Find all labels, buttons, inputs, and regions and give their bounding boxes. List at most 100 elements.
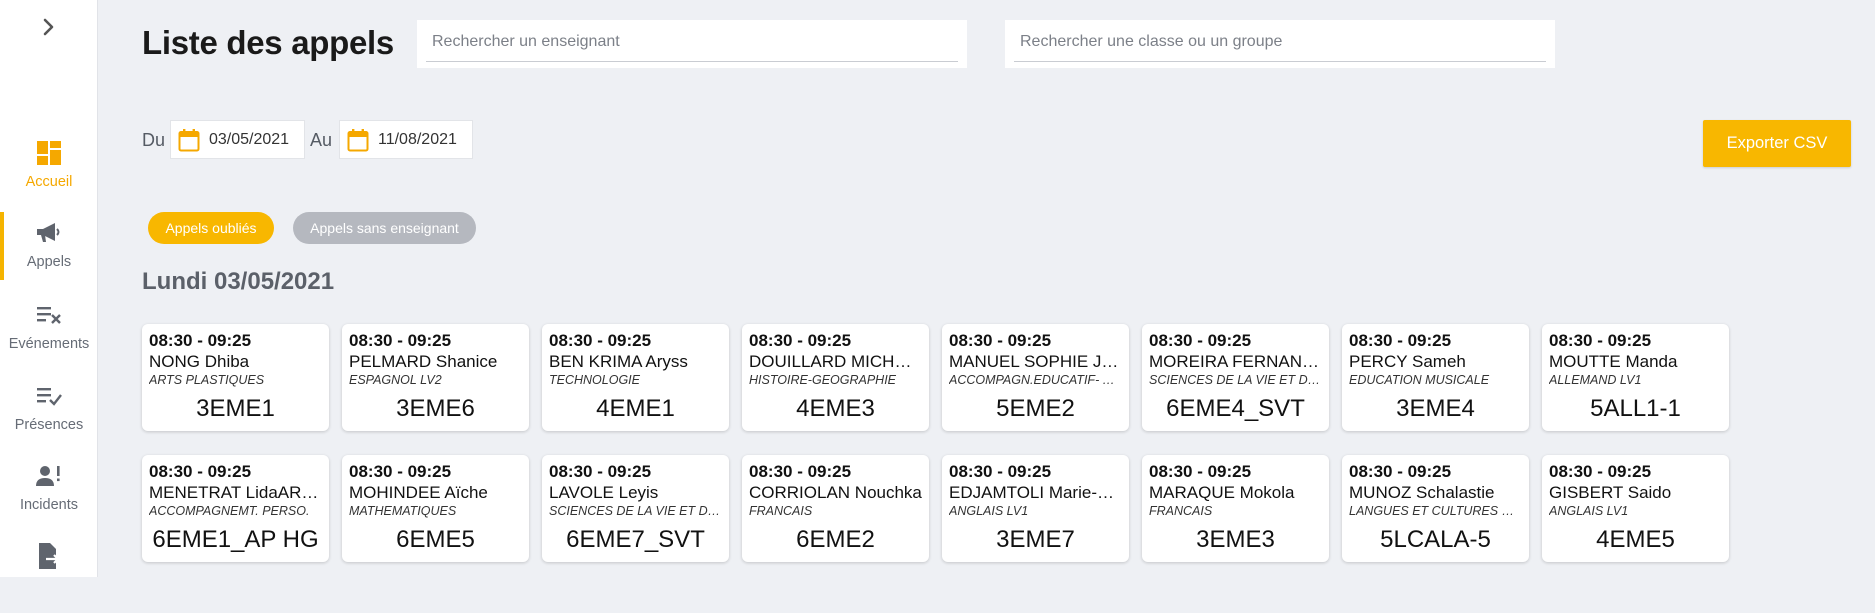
card-time: 08:30 - 09:25 [949, 462, 1122, 482]
search-teacher-input[interactable] [426, 22, 958, 62]
card-time: 08:30 - 09:25 [1349, 331, 1522, 351]
call-card[interactable]: 08:30 - 09:25 DOUILLARD MICHEL… HISTOIRE… [742, 324, 929, 431]
card-teacher: MANUEL SOPHIE JE… [949, 351, 1122, 372]
expand-sidebar-button[interactable] [38, 16, 60, 38]
card-time: 08:30 - 09:25 [149, 331, 322, 351]
from-date-field[interactable]: 03/05/2021 [170, 120, 305, 159]
card-time: 08:30 - 09:25 [1349, 462, 1522, 482]
call-card[interactable]: 08:30 - 09:25 LAVOLE Leyis SCIENCES DE L… [542, 455, 729, 562]
call-card[interactable]: 08:30 - 09:25 CORRIOLAN Nouchka FRANCAIS… [742, 455, 929, 562]
card-teacher: MOREIRA FERNAND… [1149, 351, 1322, 372]
card-time: 08:30 - 09:25 [1549, 462, 1722, 482]
sidebar-item-label: Incidents [20, 497, 78, 513]
card-group: 4EME3 [749, 394, 922, 424]
card-teacher: MARAQUE Mokola [1149, 482, 1322, 503]
card-group: 4EME1 [549, 394, 722, 424]
card-teacher: BEN KRIMA Aryss [549, 351, 722, 372]
sidebar: Accueil Appels Evénements [0, 0, 98, 577]
card-subject: FRANCAIS [1149, 503, 1322, 519]
card-subject: SCIENCES DE LA VIE ET DE… [1149, 372, 1322, 388]
dashboard-icon [34, 138, 64, 168]
card-teacher: MOUTTE Manda [1549, 351, 1722, 372]
main-content: Liste des appels Du 03/05/2021 Au [99, 0, 1875, 577]
export-csv-button[interactable]: Exporter CSV [1703, 120, 1851, 167]
list-check-icon [34, 381, 64, 411]
forgotten-calls-filter[interactable]: Appels oubliés [148, 212, 274, 244]
sidebar-item-appels[interactable]: Appels [0, 212, 98, 290]
card-subject: HISTOIRE-GEOGRAPHIE [749, 372, 922, 388]
card-subject: ESPAGNOL LV2 [349, 372, 522, 388]
card-group: 6EME4_SVT [1149, 394, 1322, 424]
person-alert-icon [34, 461, 64, 491]
calendar-icon [346, 127, 370, 153]
page-title: Liste des appels [142, 24, 394, 62]
card-teacher: PELMARD Shanice [349, 351, 522, 372]
card-teacher: LAVOLE Leyis [549, 482, 722, 503]
call-card[interactable]: 08:30 - 09:25 MARAQUE Mokola FRANCAIS 3E… [1142, 455, 1329, 562]
search-teacher-box [417, 20, 967, 68]
card-subject: ANGLAIS LV1 [1549, 503, 1722, 519]
call-card[interactable]: 08:30 - 09:25 MENETRAT LidaARA… ACCOMPAG… [142, 455, 329, 562]
card-time: 08:30 - 09:25 [349, 462, 522, 482]
card-teacher: DOUILLARD MICHEL… [749, 351, 922, 372]
card-teacher: EDJAMTOLI Marie-G… [949, 482, 1122, 503]
call-card[interactable]: 08:30 - 09:25 GISBERT Saido ANGLAIS LV1 … [1542, 455, 1729, 562]
card-subject: FRANCAIS [749, 503, 922, 519]
from-date-label: Du [142, 130, 165, 151]
card-group: 5ALL1-1 [1549, 394, 1722, 424]
call-card[interactable]: 08:30 - 09:25 MUNOZ Schalastie LANGUES E… [1342, 455, 1529, 562]
to-date-field[interactable]: 11/08/2021 [339, 120, 473, 159]
card-subject: ANGLAIS LV1 [949, 503, 1122, 519]
card-teacher: PERCY Sameh [1349, 351, 1522, 372]
card-group: 6EME2 [749, 525, 922, 555]
card-time: 08:30 - 09:25 [949, 331, 1122, 351]
card-teacher: MENETRAT LidaARA… [149, 482, 322, 503]
card-group: 3EME6 [349, 394, 522, 424]
card-teacher: NONG Dhiba [149, 351, 322, 372]
file-export-icon [34, 541, 64, 571]
call-card[interactable]: 08:30 - 09:25 BEN KRIMA Aryss TECHNOLOGI… [542, 324, 729, 431]
card-subject: SCIENCES DE LA VIE ET DE… [549, 503, 722, 519]
sidebar-item-presences[interactable]: Présences [0, 375, 98, 453]
no-teacher-calls-filter[interactable]: Appels sans enseignant [293, 212, 476, 244]
card-time: 08:30 - 09:25 [149, 462, 322, 482]
card-time: 08:30 - 09:25 [549, 331, 722, 351]
card-group: 3EME4 [1349, 394, 1522, 424]
card-group: 6EME7_SVT [549, 525, 722, 555]
card-group: 5EME2 [949, 394, 1122, 424]
card-time: 08:30 - 09:25 [1149, 331, 1322, 351]
card-group: 3EME3 [1149, 525, 1322, 555]
card-subject: MATHEMATIQUES [349, 503, 522, 519]
call-card[interactable]: 08:30 - 09:25 PELMARD Shanice ESPAGNOL L… [342, 324, 529, 431]
card-teacher: GISBERT Saido [1549, 482, 1722, 503]
call-card[interactable]: 08:30 - 09:25 EDJAMTOLI Marie-G… ANGLAIS… [942, 455, 1129, 562]
card-group: 3EME7 [949, 525, 1122, 555]
card-group: 6EME5 [349, 525, 522, 555]
to-date-label: Au [310, 130, 332, 151]
call-card[interactable]: 08:30 - 09:25 MANUEL SOPHIE JE… ACCOMPAG… [942, 324, 1129, 431]
call-card[interactable]: 08:30 - 09:25 MOUTTE Manda ALLEMAND LV1 … [1542, 324, 1729, 431]
sidebar-item-accueil[interactable]: Accueil [0, 132, 98, 210]
to-date-value: 11/08/2021 [378, 131, 457, 149]
card-subject: ALLEMAND LV1 [1549, 372, 1722, 388]
card-time: 08:30 - 09:25 [549, 462, 722, 482]
sidebar-item-export[interactable] [0, 535, 98, 613]
card-group: 6EME1_AP HG [149, 525, 322, 555]
sidebar-item-label: Accueil [26, 174, 73, 190]
card-teacher: MUNOZ Schalastie [1349, 482, 1522, 503]
calendar-icon [177, 127, 201, 153]
search-class-input[interactable] [1014, 22, 1546, 62]
card-time: 08:30 - 09:25 [749, 462, 922, 482]
sidebar-item-incidents[interactable]: Incidents [0, 455, 98, 533]
card-group: 4EME5 [1549, 525, 1722, 555]
sidebar-item-evenements[interactable]: Evénements [0, 294, 98, 372]
call-card[interactable]: 08:30 - 09:25 MOREIRA FERNAND… SCIENCES … [1142, 324, 1329, 431]
call-card[interactable]: 08:30 - 09:25 PERCY Sameh EDUCATION MUSI… [1342, 324, 1529, 431]
call-card[interactable]: 08:30 - 09:25 MOHINDEE Aïche MATHEMATIQU… [342, 455, 529, 562]
card-subject: ACCOMPAGN.EDUCATIF- A… [949, 372, 1122, 388]
card-teacher: MOHINDEE Aïche [349, 482, 522, 503]
list-remove-icon [34, 300, 64, 330]
call-card[interactable]: 08:30 - 09:25 NONG Dhiba ARTS PLASTIQUES… [142, 324, 329, 431]
chevron-right-icon [43, 18, 55, 36]
card-time: 08:30 - 09:25 [1549, 331, 1722, 351]
